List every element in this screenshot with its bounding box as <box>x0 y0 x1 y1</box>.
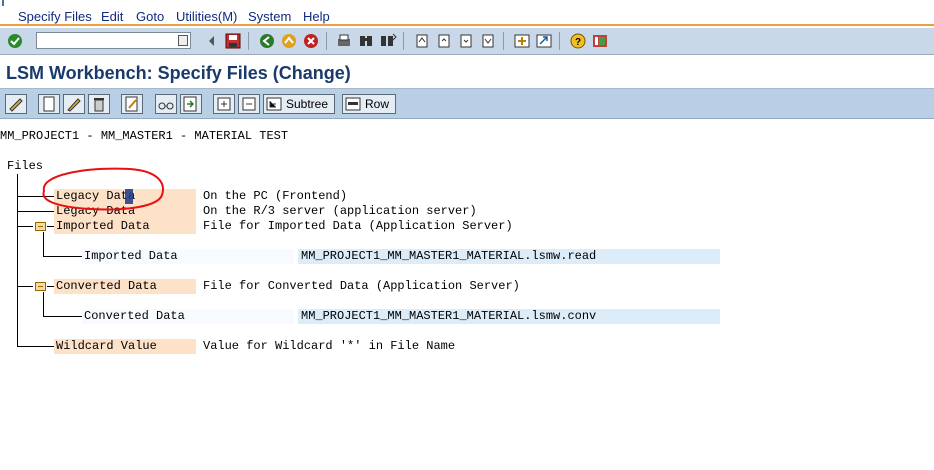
help-icon[interactable]: ? <box>569 32 587 50</box>
node-description: Value for Wildcard '*' in File Name <box>203 339 456 353</box>
create-button[interactable] <box>38 94 60 114</box>
toolbar-separator <box>503 32 504 50</box>
title-bar: LSM Workbench: Specify Files (Change) <box>0 55 934 89</box>
text-cursor <box>125 189 133 204</box>
tree-branch-line <box>17 346 55 347</box>
node-description: On the PC (Frontend) <box>203 189 348 203</box>
standard-toolbar: ? <box>0 28 934 55</box>
edit-page-icon <box>125 96 138 112</box>
command-history-button[interactable] <box>178 35 188 46</box>
trash-icon <box>94 98 104 112</box>
change-button[interactable] <box>63 94 85 114</box>
tree-branch-line <box>17 211 55 212</box>
tree-branch-line <box>17 226 33 227</box>
enter-check-icon[interactable] <box>6 32 24 50</box>
shortcut-icon[interactable] <box>535 32 553 50</box>
tree-branch-line <box>17 286 33 287</box>
find-icon[interactable] <box>357 32 375 50</box>
glasses-icon <box>158 102 174 110</box>
toolbar-separator <box>403 32 404 50</box>
folder-icon[interactable] <box>35 282 46 291</box>
tree-node-wildcard-value[interactable]: Wildcard Value <box>56 339 157 353</box>
exit-icon[interactable] <box>280 32 298 50</box>
previous-page-icon[interactable] <box>435 32 453 50</box>
tree-trunk-line <box>17 174 18 346</box>
display-change-button[interactable] <box>5 94 27 114</box>
collapse-icon <box>242 97 256 111</box>
edit-button[interactable] <box>121 94 143 114</box>
expand-button[interactable] <box>213 94 235 114</box>
print-icon[interactable] <box>335 32 353 50</box>
menu-edit[interactable]: Edit <box>101 9 123 24</box>
pencil-icon <box>67 98 81 112</box>
toolbar-separator <box>248 32 249 50</box>
command-field[interactable] <box>36 32 191 50</box>
converted-file-name[interactable]: MM_PROJECT1_MM_MASTER1_MATERIAL.lsmw.con… <box>301 309 596 323</box>
find-next-icon[interactable] <box>379 32 397 50</box>
menu-help[interactable]: Help <box>303 9 330 24</box>
menu-system[interactable]: System <box>248 9 291 24</box>
menu-utilities[interactable]: Utilities(M) <box>176 9 237 24</box>
tree-branch-line <box>17 196 55 197</box>
save-icon[interactable] <box>224 32 242 50</box>
toolbar-separator <box>559 32 560 50</box>
refresh-icon <box>183 96 197 112</box>
menu-goto[interactable]: Goto <box>136 9 164 24</box>
subtree-label: Subtree <box>286 97 329 111</box>
pencil-glasses-icon <box>9 98 23 112</box>
tree-node-converted-data-file[interactable]: Converted Data <box>84 309 185 323</box>
layout-menu-icon[interactable] <box>591 32 609 50</box>
refresh-button[interactable] <box>180 94 202 114</box>
tree-node-legacy-data-pc[interactable]: Legacy Data <box>56 189 135 203</box>
window-corner-icon <box>2 0 4 6</box>
tree-root-label: Files <box>7 159 44 173</box>
expand-icon <box>217 97 231 111</box>
collapse-button[interactable] <box>238 94 260 114</box>
tree-child-line <box>43 256 83 257</box>
tree-child-line <box>43 232 44 257</box>
tree-child-line <box>43 292 44 317</box>
blank-page-icon <box>43 96 55 112</box>
node-description: File for Imported Data (Application Serv… <box>203 219 513 233</box>
back-icon[interactable] <box>258 32 276 50</box>
toolbar-separator <box>326 32 327 50</box>
imported-file-name[interactable]: MM_PROJECT1_MM_MASTER1_MATERIAL.lsmw.rea… <box>301 249 596 263</box>
tree-node-imported-data-file[interactable]: Imported Data <box>84 249 178 263</box>
node-description: On the R/3 server (application server) <box>203 204 477 218</box>
project-header: MM_PROJECT1 - MM_MASTER1 - MATERIAL TEST <box>0 129 289 143</box>
create-session-icon[interactable] <box>513 32 531 50</box>
svg-text:?: ? <box>575 37 581 48</box>
page-title: LSM Workbench: Specify Files (Change) <box>6 63 351 83</box>
next-page-icon[interactable] <box>457 32 475 50</box>
tree-node-imported-data[interactable]: Imported Data <box>56 219 150 233</box>
tree-child-line <box>43 316 83 317</box>
node-description: File for Converted Data (Application Ser… <box>203 279 520 293</box>
subtree-icon <box>266 97 282 111</box>
row-button[interactable]: Row <box>342 94 397 114</box>
tree-node-legacy-data-server[interactable]: Legacy Data <box>56 204 135 218</box>
folder-icon[interactable] <box>35 222 46 231</box>
menu-specify-files[interactable]: Specify Files <box>18 9 92 24</box>
tree-node-converted-data[interactable]: Converted Data <box>56 279 157 293</box>
collapse-left-icon[interactable] <box>203 32 221 50</box>
cancel-icon[interactable] <box>302 32 320 50</box>
application-toolbar: Subtree Row <box>0 89 934 119</box>
command-input[interactable] <box>37 34 176 50</box>
first-page-icon[interactable] <box>413 32 431 50</box>
last-page-icon[interactable] <box>479 32 497 50</box>
subtree-button[interactable]: Subtree <box>263 94 336 114</box>
row-icon <box>345 97 361 111</box>
row-label: Row <box>365 97 390 111</box>
delete-button[interactable] <box>88 94 110 114</box>
display-button[interactable] <box>155 94 177 114</box>
menu-bar: Specify Files Edit Goto Utilities(M) Sys… <box>0 0 934 26</box>
